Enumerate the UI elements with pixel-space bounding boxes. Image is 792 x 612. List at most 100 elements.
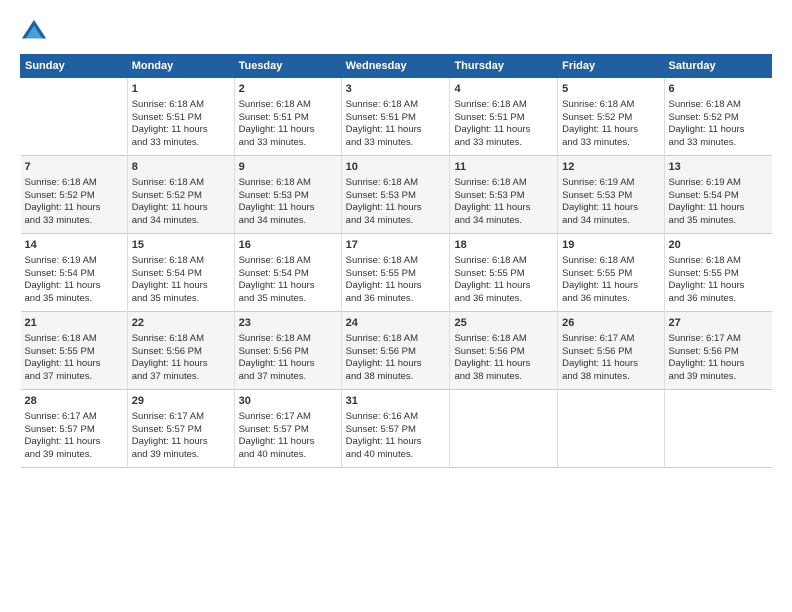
day-number: 1 bbox=[132, 82, 230, 97]
cell-line: Daylight: 11 hours bbox=[132, 436, 230, 449]
day-number: 17 bbox=[346, 238, 446, 253]
day-number: 5 bbox=[562, 82, 659, 97]
cell-line: Daylight: 11 hours bbox=[346, 436, 446, 449]
cell-line: and 37 minutes. bbox=[25, 371, 123, 384]
cell-line: and 33 minutes. bbox=[454, 137, 553, 150]
cell-line: Sunrise: 6:18 AM bbox=[562, 99, 659, 112]
cell-0-4: 4Sunrise: 6:18 AMSunset: 5:51 PMDaylight… bbox=[450, 78, 558, 156]
cell-4-5 bbox=[558, 390, 664, 468]
cell-line: Daylight: 11 hours bbox=[346, 124, 446, 137]
day-number: 27 bbox=[669, 316, 768, 331]
cell-line: Sunset: 5:55 PM bbox=[562, 268, 659, 281]
cell-line: Sunrise: 6:18 AM bbox=[346, 177, 446, 190]
cell-line: Sunset: 5:53 PM bbox=[454, 190, 553, 203]
cell-3-1: 22 Sunrise: 6:18 AMSunset: 5:56 PMDayligh… bbox=[127, 312, 234, 390]
cell-line: Daylight: 11 hours bbox=[239, 358, 337, 371]
calendar-table: SundayMondayTuesdayWednesdayThursdayFrid… bbox=[20, 54, 772, 468]
cell-line: and 33 minutes. bbox=[562, 137, 659, 150]
cell-line: Daylight: 11 hours bbox=[25, 358, 123, 371]
cell-line: Daylight: 11 hours bbox=[132, 202, 230, 215]
cell-line: Daylight: 11 hours bbox=[454, 202, 553, 215]
cell-2-5: 19Sunrise: 6:18 AMSunset: 5:55 PMDayligh… bbox=[558, 234, 664, 312]
day-number: 24 bbox=[346, 316, 446, 331]
cell-line: Sunset: 5:54 PM bbox=[239, 268, 337, 281]
week-row-4: 28Sunrise: 6:17 AMSunset: 5:57 PMDayligh… bbox=[21, 390, 772, 468]
cell-2-1: 15Sunrise: 6:18 AMSunset: 5:54 PMDayligh… bbox=[127, 234, 234, 312]
day-number: 6 bbox=[669, 82, 768, 97]
day-number: 2 bbox=[239, 82, 337, 97]
day-number: 11 bbox=[454, 160, 553, 175]
day-number: 29 bbox=[132, 394, 230, 409]
cell-line: Daylight: 11 hours bbox=[454, 358, 553, 371]
cell-1-0: 7Sunrise: 6:18 AMSunset: 5:52 PMDaylight… bbox=[21, 156, 128, 234]
cell-0-2: 2Sunrise: 6:18 AMSunset: 5:51 PMDaylight… bbox=[234, 78, 341, 156]
cell-line: and 33 minutes. bbox=[669, 137, 768, 150]
cell-line: Daylight: 11 hours bbox=[132, 124, 230, 137]
day-number: 22 bbox=[132, 316, 230, 331]
cell-line: Daylight: 11 hours bbox=[454, 280, 553, 293]
header-cell-saturday: Saturday bbox=[664, 55, 771, 78]
cell-line: Sunrise: 6:18 AM bbox=[454, 255, 553, 268]
day-number: 7 bbox=[25, 160, 123, 175]
header-cell-tuesday: Tuesday bbox=[234, 55, 341, 78]
cell-line: Sunrise: 6:16 AM bbox=[346, 411, 446, 424]
cell-line: Sunrise: 6:17 AM bbox=[669, 333, 768, 346]
cell-line: Sunrise: 6:18 AM bbox=[669, 99, 768, 112]
cell-0-6: 6Sunrise: 6:18 AMSunset: 5:52 PMDaylight… bbox=[664, 78, 771, 156]
cell-line: Sunrise: 6:17 AM bbox=[562, 333, 659, 346]
cell-4-1: 29Sunrise: 6:17 AMSunset: 5:57 PMDayligh… bbox=[127, 390, 234, 468]
page: SundayMondayTuesdayWednesdayThursdayFrid… bbox=[0, 0, 792, 612]
cell-line: Daylight: 11 hours bbox=[669, 124, 768, 137]
cell-line: and 40 minutes. bbox=[346, 449, 446, 462]
cell-line: Sunset: 5:55 PM bbox=[25, 346, 123, 359]
week-row-2: 14Sunrise: 6:19 AMSunset: 5:54 PMDayligh… bbox=[21, 234, 772, 312]
cell-line: and 36 minutes. bbox=[669, 293, 768, 306]
cell-line: Sunset: 5:53 PM bbox=[346, 190, 446, 203]
cell-1-1: 8Sunrise: 6:18 AMSunset: 5:52 PMDaylight… bbox=[127, 156, 234, 234]
day-number: 12 bbox=[562, 160, 659, 175]
cell-line: Sunset: 5:57 PM bbox=[132, 424, 230, 437]
cell-line: Sunset: 5:55 PM bbox=[346, 268, 446, 281]
cell-line: and 34 minutes. bbox=[239, 215, 337, 228]
cell-4-3: 31Sunrise: 6:16 AMSunset: 5:57 PMDayligh… bbox=[341, 390, 450, 468]
cell-line: Daylight: 11 hours bbox=[132, 358, 230, 371]
cell-line: and 39 minutes. bbox=[25, 449, 123, 462]
cell-line: Sunrise: 6:19 AM bbox=[669, 177, 768, 190]
cell-line: Sunset: 5:56 PM bbox=[132, 346, 230, 359]
cell-line: and 36 minutes. bbox=[562, 293, 659, 306]
cell-line: Sunset: 5:51 PM bbox=[239, 112, 337, 125]
cell-line: Sunrise: 6:18 AM bbox=[132, 99, 230, 112]
day-number: 30 bbox=[239, 394, 337, 409]
cell-line: Sunrise: 6:18 AM bbox=[239, 333, 337, 346]
logo-icon bbox=[20, 18, 48, 46]
cell-1-6: 13Sunrise: 6:19 AMSunset: 5:54 PMDayligh… bbox=[664, 156, 771, 234]
cell-line: and 38 minutes. bbox=[346, 371, 446, 384]
cell-line: Sunset: 5:57 PM bbox=[25, 424, 123, 437]
cell-line: Daylight: 11 hours bbox=[132, 280, 230, 293]
day-number: 28 bbox=[25, 394, 123, 409]
cell-4-0: 28Sunrise: 6:17 AMSunset: 5:57 PMDayligh… bbox=[21, 390, 128, 468]
cell-line: Sunrise: 6:18 AM bbox=[132, 333, 230, 346]
cell-line: Daylight: 11 hours bbox=[669, 280, 768, 293]
cell-line: Daylight: 11 hours bbox=[346, 280, 446, 293]
cell-1-5: 12Sunrise: 6:19 AMSunset: 5:53 PMDayligh… bbox=[558, 156, 664, 234]
cell-1-4: 11Sunrise: 6:18 AMSunset: 5:53 PMDayligh… bbox=[450, 156, 558, 234]
cell-line: Sunrise: 6:19 AM bbox=[562, 177, 659, 190]
cell-line: Daylight: 11 hours bbox=[239, 280, 337, 293]
cell-line: and 33 minutes. bbox=[25, 215, 123, 228]
cell-line: Daylight: 11 hours bbox=[239, 124, 337, 137]
day-number: 9 bbox=[239, 160, 337, 175]
cell-line: Daylight: 11 hours bbox=[562, 358, 659, 371]
cell-line: and 36 minutes. bbox=[454, 293, 553, 306]
cell-3-5: 26Sunrise: 6:17 AMSunset: 5:56 PMDayligh… bbox=[558, 312, 664, 390]
cell-line: Sunset: 5:51 PM bbox=[132, 112, 230, 125]
cell-line: and 34 minutes. bbox=[562, 215, 659, 228]
cell-line: Sunrise: 6:18 AM bbox=[25, 333, 123, 346]
logo bbox=[20, 18, 52, 46]
cell-line: and 33 minutes. bbox=[346, 137, 446, 150]
day-number: 26 bbox=[562, 316, 659, 331]
cell-line: Sunrise: 6:18 AM bbox=[669, 255, 768, 268]
cell-3-3: 24Sunrise: 6:18 AMSunset: 5:56 PMDayligh… bbox=[341, 312, 450, 390]
day-number: 10 bbox=[346, 160, 446, 175]
cell-line: Sunrise: 6:19 AM bbox=[25, 255, 123, 268]
